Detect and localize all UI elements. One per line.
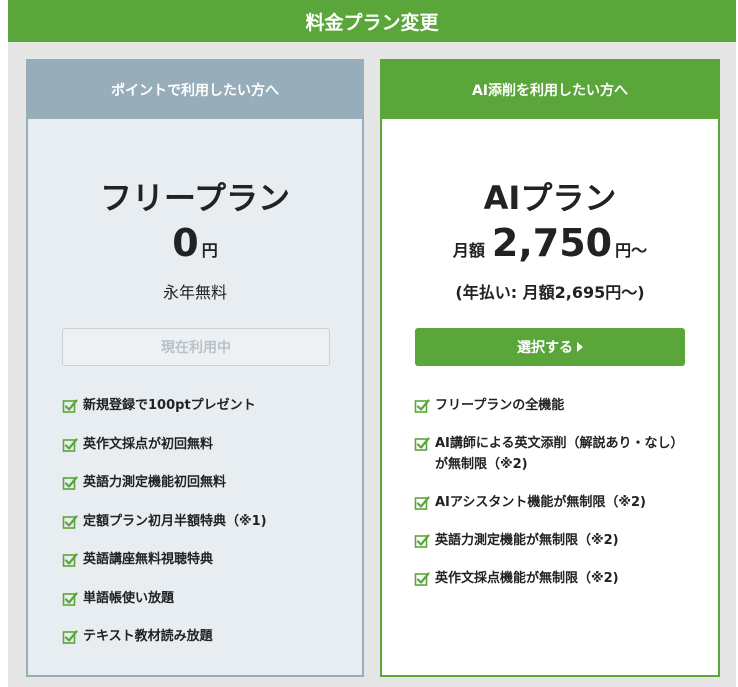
checkbox-check-icon <box>62 399 78 413</box>
feature-text: フリープランの全機能 <box>435 398 565 413</box>
triangle-right-icon <box>577 342 583 352</box>
free-plan-features: 新規登録で100ptプレゼント 英作文採点が初回無料 英語力測定機能初回無料 定… <box>62 395 338 665</box>
free-plan-price: 0 円 <box>28 221 362 265</box>
ai-plan-features: フリープランの全機能 AI講師による英文添削（解説あり・なし）が無制限（※2) … <box>414 395 694 606</box>
ai-plan-body: AIプラン 月額 2,750 円〜 (年払い: 月額2,695円〜) 選択する … <box>382 119 718 675</box>
ai-plan-name: AIプラン <box>483 179 617 217</box>
ai-plan-price: 月額 2,750 円〜 <box>382 221 718 265</box>
free-plan-card: ポイントで利用したい方へ フリープラン 0 円 永年無料 現在利用中 新規登録で… <box>26 59 364 677</box>
feature-item: 定額プラン初月半額特典（※1) <box>62 511 338 550</box>
feature-item: 英語力測定機能が無制限（※2) <box>414 530 694 551</box>
feature-item: 新規登録で100ptプレゼント <box>62 395 338 434</box>
free-plan-header: ポイントで利用したい方へ <box>28 61 362 119</box>
feature-text: 定額プラン初月半額特典（※1) <box>83 513 267 529</box>
checkbox-check-icon <box>62 630 78 644</box>
free-plan-body: フリープラン 0 円 永年無料 現在利用中 新規登録で100ptプレゼント 英作… <box>28 119 362 675</box>
modal-header: 料金プラン変更 <box>8 0 736 42</box>
feature-text: 英語講座無料視聴特典 <box>83 552 214 567</box>
checkbox-check-icon <box>62 591 78 606</box>
feature-text: 単語帳使い放題 <box>83 590 175 606</box>
ai-plan-header: AI添削を利用したい方へ <box>382 61 718 119</box>
ai-plan-price-amount: 2,750 <box>491 221 613 265</box>
select-ai-plan-button[interactable]: 選択する <box>415 328 685 366</box>
feature-text: 英語力測定機能が無制限（※2) <box>435 533 619 548</box>
feature-text: 新規登録で100ptプレゼント <box>83 398 256 413</box>
feature-text: AI講師による英文添削（解説あり・なし）が無制限（※2) <box>435 436 684 472</box>
checkbox-check-icon <box>62 476 78 490</box>
checkbox-check-icon <box>62 437 78 452</box>
checkbox-check-icon <box>62 514 78 529</box>
current-plan-label: 現在利用中 <box>161 340 231 356</box>
select-button-label: 選択する <box>517 340 573 356</box>
ai-plan-price-prefix: 月額 <box>452 241 485 260</box>
plans-panel: ポイントで利用したい方へ フリープラン 0 円 永年無料 現在利用中 新規登録で… <box>8 42 736 687</box>
feature-item: AIアシスタント機能が無制限（※2) <box>414 492 694 513</box>
feature-item: 単語帳使い放題 <box>62 588 338 627</box>
ai-plan-header-text: AI添削を利用したい方へ <box>471 83 629 99</box>
checkbox-check-icon <box>414 399 430 413</box>
free-plan-name: フリープラン <box>99 179 291 217</box>
checkbox-check-icon <box>414 534 430 548</box>
checkbox-check-icon <box>414 496 430 510</box>
checkbox-check-icon <box>414 572 430 586</box>
feature-item: フリープランの全機能 <box>414 395 694 416</box>
feature-text: AIアシスタント機能が無制限（※2) <box>435 495 647 510</box>
free-plan-price-amount: 0 <box>172 221 199 265</box>
feature-text: 英語力測定機能初回無料 <box>83 475 227 490</box>
ai-plan-annual-note: (年払い: 月額2,695円〜) <box>455 283 645 302</box>
free-plan-price-unit: 円 <box>201 241 218 260</box>
ai-plan-card: AI添削を利用したい方へ AIプラン 月額 2,750 円〜 (年払い: 月額2… <box>380 59 720 677</box>
feature-text: 英作文採点機能が無制限（※2) <box>435 571 619 586</box>
current-plan-button: 現在利用中 <box>62 328 330 366</box>
feature-text: 英作文採点が初回無料 <box>83 436 214 452</box>
feature-text: テキスト教材読み放題 <box>83 629 213 644</box>
feature-item: 英作文採点機能が無制限（※2) <box>414 568 694 589</box>
checkbox-check-icon <box>414 437 430 451</box>
ai-plan-price-unit: 円〜 <box>615 241 648 260</box>
feature-item: AI講師による英文添削（解説あり・なし）が無制限（※2) <box>414 433 694 475</box>
free-plan-note: 永年無料 <box>162 283 227 302</box>
checkbox-check-icon <box>62 553 78 567</box>
modal-title: 料金プラン変更 <box>305 11 439 34</box>
free-plan-header-text: ポイントで利用したい方へ <box>111 83 279 99</box>
feature-item: 英作文採点が初回無料 <box>62 434 338 473</box>
feature-item: テキスト教材読み放題 <box>62 626 338 665</box>
feature-item: 英語講座無料視聴特典 <box>62 549 338 588</box>
feature-item: 英語力測定機能初回無料 <box>62 472 338 511</box>
